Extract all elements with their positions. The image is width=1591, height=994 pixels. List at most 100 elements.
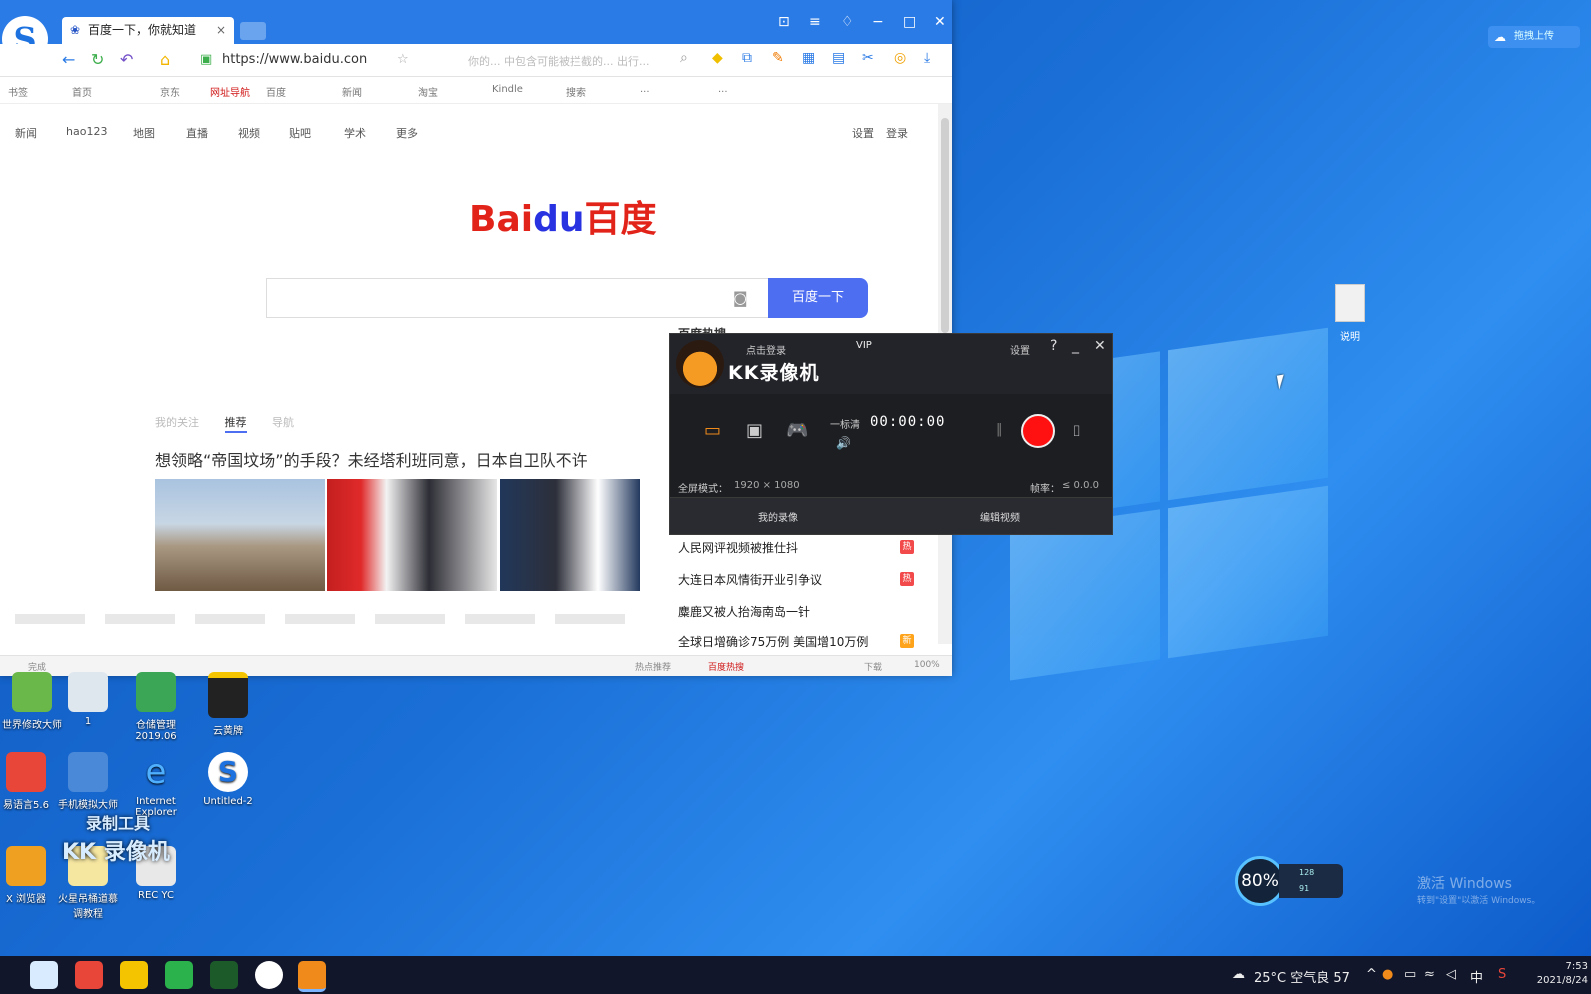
desktop-icon[interactable]: X 浏览器 (0, 846, 58, 905)
sogou-browser-taskbar-icon[interactable] (255, 961, 283, 989)
desktop-icon[interactable]: 易语言5.6 (0, 752, 58, 811)
nav-login[interactable]: 登录 (886, 125, 908, 141)
nav-hao123[interactable]: hao123 (66, 125, 107, 138)
news-photo-press[interactable] (500, 479, 640, 591)
kk-settings[interactable]: 设置 (1010, 342, 1030, 357)
taskbar-app-icon[interactable] (75, 961, 103, 989)
bookmark-item[interactable]: 新闻 (342, 84, 362, 99)
bookmark-item[interactable]: 搜索 (566, 84, 586, 99)
bookmark-item[interactable]: 京东 (160, 84, 180, 99)
nav-news[interactable]: 新闻 (15, 125, 37, 141)
baidu-netdisk-upload-button[interactable]: ☁ 拖拽上传 (1488, 26, 1580, 48)
hot-item[interactable]: 麋鹿又被人抬海南岛一针 (678, 603, 810, 620)
tray-expand-icon[interactable]: ^ (1366, 967, 1377, 982)
bookmark-item[interactable]: 书签 (8, 84, 28, 99)
game-mode-icon[interactable]: 🎮 (786, 420, 808, 441)
wifi-icon[interactable]: ≈ (1424, 967, 1435, 982)
desktop-file-shuoming[interactable]: 说明 (1330, 284, 1370, 343)
screenshot-camera-icon[interactable]: ⌷ (1072, 422, 1081, 440)
url-field[interactable]: https://www.baidu.con (222, 52, 367, 67)
scrollbar-thumb[interactable] (941, 118, 949, 333)
back-icon[interactable]: ← (62, 50, 75, 69)
star-icon[interactable]: ☆ (397, 52, 409, 67)
volume-icon[interactable]: 🔊 (836, 436, 851, 450)
taskbar-app-icon[interactable] (120, 961, 148, 989)
taskbar-app-icon[interactable] (210, 961, 238, 989)
weather-text[interactable]: 25°C 空气良 57 (1254, 967, 1350, 986)
nav-tieba[interactable]: 贴吧 (289, 125, 311, 141)
nav-live[interactable]: 直播 (186, 125, 208, 141)
kk-close-icon[interactable]: ✕ (1094, 338, 1106, 354)
close-icon[interactable]: ✕ (934, 14, 946, 30)
nav-video[interactable]: 视频 (238, 125, 260, 141)
extension-icon[interactable]: ◆ (712, 50, 723, 66)
desktop-icon[interactable]: 仓储管理 2019.06 (124, 672, 188, 742)
desktop-icon[interactable]: 1 (56, 672, 120, 727)
kk-help-icon[interactable]: ? (1050, 338, 1057, 354)
bookmark-item[interactable]: Kindle (492, 84, 523, 95)
refresh-icon[interactable]: ↻ (91, 50, 104, 69)
news-headline[interactable]: 想领略“帝国坟场”的手段？未经塔利班同意，日本自卫队不许 (155, 447, 640, 471)
status-zoom[interactable]: 100% (914, 660, 940, 670)
system-monitor-gauge[interactable]: 80% 128 91 (1235, 856, 1345, 908)
wechat-icon[interactable] (165, 961, 193, 989)
clock[interactable]: 7:53 2021/8/24 (1536, 960, 1588, 988)
undo-icon[interactable]: ↶ (120, 50, 133, 69)
status-item[interactable]: 下载 (864, 660, 882, 673)
tab-nav[interactable]: 导航 (272, 416, 294, 429)
mouse-gesture-icon[interactable]: ✎ (772, 50, 784, 66)
bookmark-item[interactable]: 网址导航 (210, 84, 250, 99)
camera-icon[interactable]: ◙ (733, 289, 748, 307)
tab-follow[interactable]: 我的关注 (155, 416, 199, 429)
new-tab-button[interactable] (240, 22, 266, 40)
network-icon[interactable]: ▭ (1404, 967, 1416, 982)
weather-icon[interactable]: ☁ (1232, 967, 1245, 982)
kk-vip[interactable]: VIP (856, 340, 872, 351)
screenshot-icon[interactable]: ▦ (802, 50, 815, 66)
desktop-icon[interactable]: S Untitled-2 (196, 752, 260, 807)
desktop-icon[interactable]: 手机模拟大师 (56, 752, 120, 811)
bookmark-item[interactable]: ... (640, 84, 650, 95)
bookmark-item[interactable]: 百度 (266, 84, 286, 99)
nav-map[interactable]: 地图 (133, 125, 155, 141)
translate-icon[interactable]: ⧉ (742, 50, 752, 66)
bookmark-item[interactable]: 淘宝 (418, 84, 438, 99)
news-photo-speaker[interactable] (327, 479, 497, 591)
maximize-icon[interactable]: □ (903, 14, 916, 30)
skin-icon[interactable]: ♢ (841, 14, 854, 30)
search-input[interactable] (266, 278, 768, 318)
hot-item[interactable]: 大连日本风情街开业引争议 (678, 571, 822, 588)
desktop-icon[interactable]: 世界修改大师 (0, 672, 64, 731)
desktop-icon[interactable]: 云黄牌 (196, 672, 260, 737)
menu-icon[interactable]: ≡ (809, 14, 821, 30)
news-photo-crowd[interactable] (155, 479, 325, 591)
kk-minimize-icon[interactable]: _ (1072, 338, 1079, 354)
sogou-ime-icon[interactable]: S (1498, 967, 1506, 982)
record-button[interactable] (1021, 414, 1055, 448)
sidebar-icon[interactable]: ⊡ (778, 14, 790, 30)
taskbar-app-icon[interactable] (30, 961, 58, 989)
minimize-icon[interactable]: − (872, 14, 884, 30)
hot-item[interactable]: 全球日增确诊75万例 美国增10万例 (678, 633, 868, 650)
pause-icon[interactable]: ‖ (996, 422, 1003, 437)
scissors-icon[interactable]: ✂ (862, 50, 874, 66)
tab-baidu[interactable]: ❀ 百度一下，你就知道 × (62, 17, 234, 44)
tray-app-icon[interactable]: ● (1382, 967, 1393, 982)
status-item[interactable]: 百度热搜 (708, 660, 744, 673)
nav-xueshu[interactable]: 学术 (344, 125, 366, 141)
region-mode-icon[interactable]: ▣ (746, 420, 763, 441)
fullscreen-mode-icon[interactable]: ▭ (704, 420, 721, 441)
hot-item[interactable]: 人民网评视频被推仕抖 (678, 539, 798, 556)
kk-login[interactable]: 点击登录 (746, 342, 786, 357)
home-icon[interactable]: ⌂ (160, 50, 170, 69)
game-icon[interactable]: ◎ (894, 50, 906, 66)
nav-settings[interactable]: 设置 (852, 125, 874, 141)
bookmark-item[interactable]: ... (718, 84, 728, 95)
ime-indicator[interactable]: 中 (1470, 967, 1483, 986)
download-icon[interactable]: ⤓ (924, 50, 930, 66)
bookmark-item[interactable]: 首页 (72, 84, 92, 99)
speaker-icon[interactable]: ◁ (1446, 967, 1456, 982)
nav-more[interactable]: 更多 (396, 125, 418, 141)
tab-close-icon[interactable]: × (216, 17, 226, 44)
quality-select[interactable]: 一标清 (830, 416, 860, 431)
